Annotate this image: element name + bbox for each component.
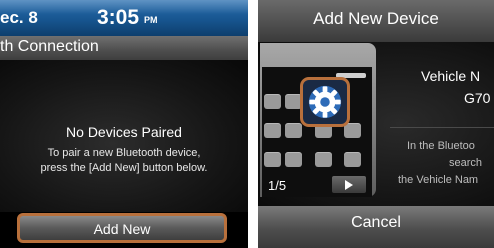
play-icon bbox=[332, 176, 366, 193]
page-indicator: 1/5 bbox=[268, 178, 287, 193]
status-date: ec. 8 bbox=[0, 8, 38, 27]
status-ampm: PM bbox=[144, 15, 158, 25]
pairing-instructions-line-2: press the [Add New] button below. bbox=[40, 162, 208, 174]
instruction-line-1: In the Bluetoo bbox=[407, 140, 475, 152]
cancel-label: Cancel bbox=[351, 214, 401, 231]
pairing-instructions-line-1: To pair a new Bluetooth device, bbox=[47, 147, 201, 159]
app-tile bbox=[344, 152, 361, 167]
divider bbox=[390, 127, 494, 128]
add-new-device-screen: Add New Device 1/5 Vehicle N G70 In the … bbox=[258, 0, 494, 248]
no-devices-heading: No Devices Paired bbox=[66, 124, 182, 140]
app-tile bbox=[285, 123, 302, 138]
app-tile bbox=[264, 152, 281, 167]
settings-gear-icon bbox=[308, 85, 342, 119]
add-new-button[interactable]: Add New bbox=[17, 213, 227, 243]
add-new-label: Add New bbox=[93, 221, 151, 237]
vehicle-model: G70 bbox=[464, 90, 491, 106]
cancel-button[interactable]: Cancel bbox=[258, 206, 494, 248]
pairing-instructions: To pair a new Bluetooth device, press th… bbox=[0, 146, 248, 176]
app-tile bbox=[264, 94, 281, 109]
status-bar: ec. 8 3:05 PM bbox=[0, 0, 248, 36]
app-tile bbox=[264, 123, 281, 138]
bluetooth-connection-screen: ec. 8 3:05 PM th Connection No Devices P… bbox=[0, 0, 248, 248]
screen-title-bar: th Connection bbox=[0, 36, 248, 60]
add-device-title: Add New Device bbox=[313, 9, 439, 28]
status-time: 3:05 bbox=[97, 6, 140, 29]
vehicle-name-label: Vehicle N bbox=[421, 68, 481, 84]
app-tile bbox=[285, 152, 302, 167]
app-tile bbox=[344, 123, 361, 138]
settings-app-highlight bbox=[300, 77, 350, 127]
screen-title: th Connection bbox=[0, 38, 99, 55]
instruction-line-3: the Vehicle Nam bbox=[398, 174, 479, 186]
add-device-header: Add New Device bbox=[258, 0, 494, 42]
instruction-line-2: search bbox=[449, 157, 483, 169]
app-tile bbox=[315, 152, 332, 167]
